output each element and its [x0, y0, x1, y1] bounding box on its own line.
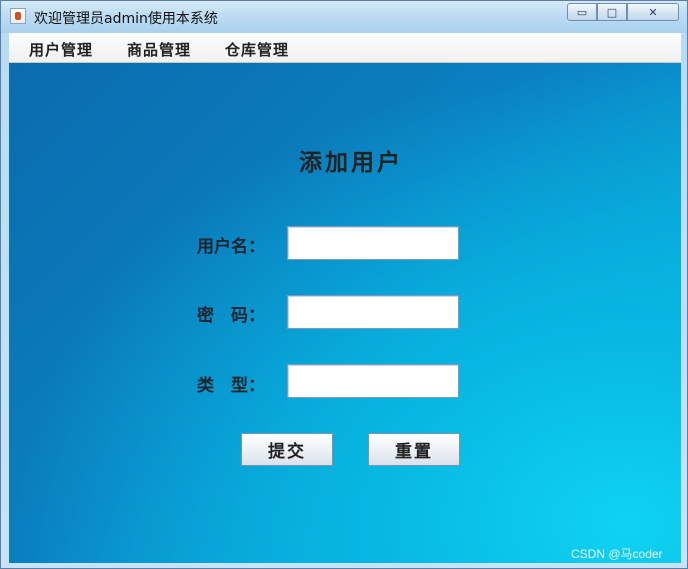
window-controls: ▭ □ ✕ [567, 3, 683, 23]
type-input[interactable] [287, 364, 459, 398]
minimize-button[interactable]: ▭ [567, 3, 597, 21]
close-button[interactable]: ✕ [627, 3, 679, 21]
type-label: 类 型： [197, 376, 265, 396]
maximize-icon: □ [606, 5, 618, 19]
watermark-text: CSDN @马coder [571, 547, 663, 561]
app-window: 欢迎管理员admin使用本系统 ▭ □ ✕ 用户管理 商品管理 仓库管理 添加用… [0, 0, 688, 569]
password-input[interactable] [287, 295, 459, 329]
window-title: 欢迎管理员admin使用本系统 [34, 11, 218, 27]
submit-button[interactable]: 提交 [241, 433, 333, 466]
menu-user-management[interactable]: 用户管理 [29, 39, 93, 60]
username-label: 用户名： [197, 237, 265, 257]
minimize-icon: ▭ [576, 5, 588, 19]
menu-product-management[interactable]: 商品管理 [127, 39, 191, 60]
password-label: 密 码： [197, 306, 265, 326]
menu-warehouse-management[interactable]: 仓库管理 [225, 39, 289, 60]
content-panel: 添加用户 用户名： 密 码： 类 型： 提交 重置 CSDN @马coder [9, 63, 681, 563]
title-bar[interactable]: 欢迎管理员admin使用本系统 ▭ □ ✕ [1, 1, 687, 33]
close-icon: ✕ [648, 5, 658, 19]
java-app-icon[interactable] [10, 8, 26, 24]
username-input[interactable] [287, 226, 459, 260]
maximize-button[interactable]: □ [597, 3, 627, 21]
menu-bar: 用户管理 商品管理 仓库管理 [9, 33, 681, 63]
reset-button[interactable]: 重置 [368, 433, 460, 466]
form-title: 添加用户 [299, 149, 403, 176]
